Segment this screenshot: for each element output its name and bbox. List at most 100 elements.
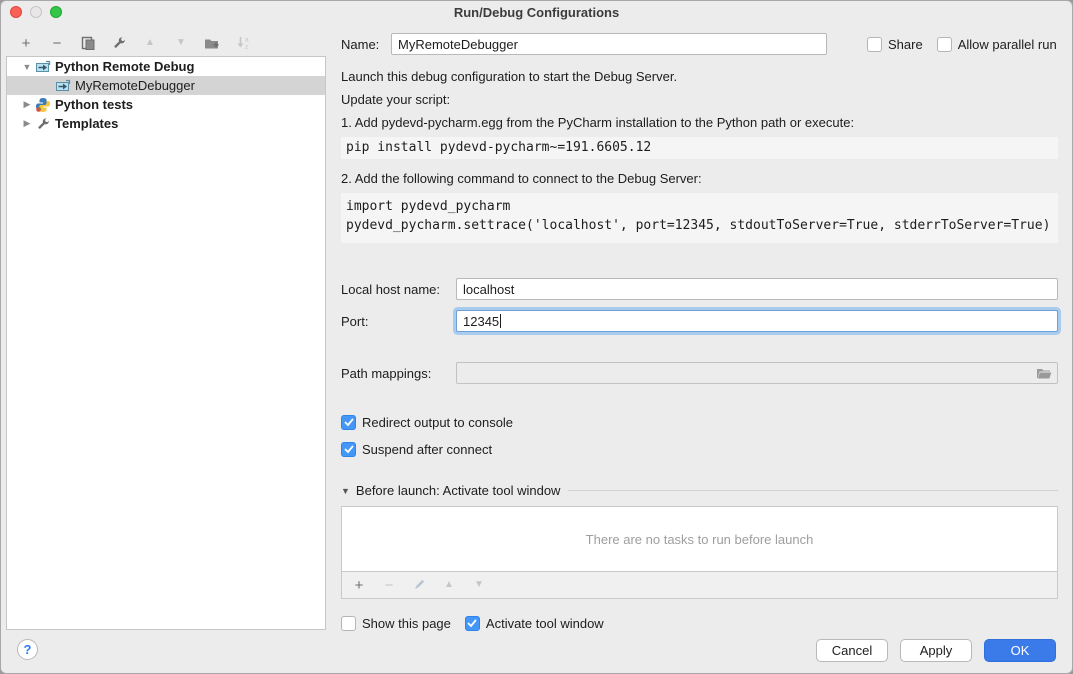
zoom-button[interactable]	[50, 6, 62, 18]
move-up-icon[interactable]: ▲	[141, 34, 159, 52]
suspend-after-connect-label: Suspend after connect	[362, 442, 492, 457]
port-value: 12345	[463, 314, 499, 329]
path-mappings-input[interactable]	[456, 362, 1058, 384]
update-script-text: Update your script:	[341, 92, 1058, 107]
section-collapse-icon[interactable]: ▼	[341, 486, 350, 496]
allow-parallel-run-checkbox-row[interactable]: Allow parallel run	[937, 37, 1057, 52]
suspend-after-connect-row[interactable]: Suspend after connect	[341, 442, 1058, 457]
traffic-lights	[10, 6, 62, 18]
edit-task-icon[interactable]	[410, 576, 428, 594]
before-launch-toolbar: + − ▲ ▼	[341, 572, 1058, 599]
copy-icon	[81, 36, 96, 51]
question-mark-icon: ?	[24, 642, 32, 657]
move-task-down-icon[interactable]: ▼	[470, 576, 488, 594]
chevron-collapsed-icon[interactable]: ▶	[19, 118, 35, 129]
port-input[interactable]: 12345	[456, 310, 1058, 332]
code-line-import: import pydevd_pycharm	[346, 197, 1053, 216]
configuration-form: Name: Share Allow parallel run Launch th…	[341, 33, 1058, 631]
svg-text:z: z	[245, 44, 248, 51]
local-host-label: Local host name:	[341, 282, 456, 297]
remote-debug-config-icon	[35, 59, 51, 75]
title-bar[interactable]: Run/Debug Configurations	[1, 1, 1072, 23]
sort-az-icon: az	[236, 35, 251, 51]
new-folder-icon[interactable]	[203, 34, 221, 52]
before-launch-header[interactable]: ▼ Before launch: Activate tool window	[341, 483, 1058, 498]
plus-icon: +	[22, 36, 31, 51]
step2-text: 2. Add the following command to connect …	[341, 171, 1058, 186]
chevron-expanded-icon[interactable]: ▼	[19, 62, 35, 72]
ok-button[interactable]: OK	[984, 639, 1056, 662]
tree-item-label: Templates	[55, 116, 118, 131]
remove-task-icon[interactable]: −	[380, 576, 398, 594]
triangle-up-icon: ▲	[145, 38, 155, 48]
apply-button[interactable]: Apply	[900, 639, 972, 662]
help-button[interactable]: ?	[17, 639, 38, 660]
remote-debug-config-icon	[55, 78, 71, 94]
path-mappings-label: Path mappings:	[341, 366, 456, 381]
move-down-icon[interactable]: ▼	[172, 34, 190, 52]
tree-item-label: MyRemoteDebugger	[75, 78, 195, 93]
browse-folder-icon[interactable]	[1036, 367, 1052, 380]
local-host-input[interactable]	[456, 278, 1058, 300]
tree-item-templates[interactable]: ▶ Templates	[7, 114, 325, 133]
share-checkbox[interactable]	[867, 37, 882, 52]
settrace-code-block: import pydevd_pycharm pydevd_pycharm.set…	[341, 193, 1058, 243]
suspend-after-connect-checkbox[interactable]	[341, 442, 356, 457]
chevron-collapsed-icon[interactable]: ▶	[19, 99, 35, 110]
tree-item-myremotedebugger[interactable]: MyRemoteDebugger	[7, 76, 325, 95]
move-task-up-icon[interactable]: ▲	[440, 576, 458, 594]
run-debug-configurations-dialog: Run/Debug Configurations + − ▲ ▼ az ▼ Py…	[0, 0, 1073, 674]
pip-install-command: pip install pydevd-pycharm~=191.6605.12	[341, 137, 1058, 159]
window-title: Run/Debug Configurations	[454, 5, 619, 20]
share-checkbox-row[interactable]: Share	[867, 37, 923, 52]
name-input[interactable]	[391, 33, 827, 55]
sort-configurations-icon[interactable]: az	[234, 34, 252, 52]
cancel-button[interactable]: Cancel	[816, 639, 888, 662]
port-label: Port:	[341, 314, 456, 329]
share-label: Share	[888, 37, 923, 52]
checkmark-icon	[467, 619, 477, 628]
svg-text:a: a	[245, 37, 249, 44]
wrench-icon	[111, 35, 127, 51]
copy-configuration-icon[interactable]	[79, 34, 97, 52]
section-rule	[568, 490, 1058, 491]
footer-buttons: Cancel Apply OK	[816, 639, 1056, 662]
edit-templates-icon[interactable]	[110, 34, 128, 52]
remove-configuration-icon[interactable]: −	[48, 34, 66, 52]
checkmark-icon	[344, 445, 354, 454]
local-host-row: Local host name:	[341, 278, 1058, 300]
allow-parallel-run-checkbox[interactable]	[937, 37, 952, 52]
empty-tasks-text: There are no tasks to run before launch	[586, 532, 814, 547]
code-line-settrace: pydevd_pycharm.settrace('localhost', por…	[346, 216, 1053, 235]
configurations-toolbar: + − ▲ ▼ az	[17, 33, 252, 53]
before-launch-title: Before launch: Activate tool window	[356, 483, 561, 498]
text-caret	[500, 314, 501, 328]
pencil-icon	[412, 578, 426, 592]
dialog-footer: ? Cancel Apply OK	[1, 629, 1072, 673]
redirect-output-row[interactable]: Redirect output to console	[341, 415, 1058, 430]
tree-item-python-remote-debug[interactable]: ▼ Python Remote Debug	[7, 57, 325, 76]
path-mappings-row: Path mappings:	[341, 362, 1058, 384]
redirect-output-label: Redirect output to console	[362, 415, 513, 430]
intro-text: Launch this debug configuration to start…	[341, 69, 1058, 84]
configurations-tree: ▼ Python Remote Debug MyRemoteDebugger ▶…	[6, 56, 326, 630]
before-launch-task-list[interactable]: There are no tasks to run before launch	[341, 506, 1058, 572]
tree-item-label: Python tests	[55, 97, 133, 112]
tree-item-label: Python Remote Debug	[55, 59, 194, 74]
templates-wrench-icon	[35, 116, 51, 132]
name-label: Name:	[341, 37, 391, 52]
triangle-down-icon: ▼	[176, 38, 186, 48]
minimize-button[interactable]	[30, 6, 42, 18]
name-row: Name: Share Allow parallel run	[341, 33, 1058, 55]
add-task-icon[interactable]: +	[350, 576, 368, 594]
tree-item-python-tests[interactable]: ▶ Python tests	[7, 95, 325, 114]
minus-icon: −	[53, 36, 62, 51]
allow-parallel-run-label: Allow parallel run	[958, 37, 1057, 52]
plus-icon: +	[355, 578, 364, 593]
redirect-output-checkbox[interactable]	[341, 415, 356, 430]
close-button[interactable]	[10, 6, 22, 18]
add-configuration-icon[interactable]: +	[17, 34, 35, 52]
triangle-up-icon: ▲	[444, 580, 454, 590]
folder-plus-icon	[204, 36, 220, 51]
port-row: Port: 12345	[341, 310, 1058, 332]
